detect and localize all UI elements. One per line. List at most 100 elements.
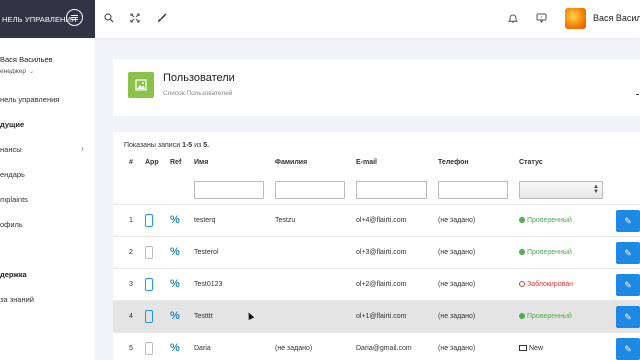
collapse-handle[interactable] xyxy=(636,94,639,95)
sidebar-item-knowledge-base[interactable]: за знаний xyxy=(0,295,34,304)
verified-dot-icon xyxy=(519,217,525,223)
bell-icon[interactable] xyxy=(506,11,520,25)
table-row[interactable]: 4 % Testttt ol+1@flairti.com (не задано)… xyxy=(113,300,640,332)
row-number: 2 xyxy=(129,249,133,256)
status-badge: Проверенный xyxy=(519,313,572,320)
edit-button[interactable]: ✎ xyxy=(616,242,640,264)
fullscreen-icon[interactable] xyxy=(128,11,142,25)
edit-button[interactable]: ✎ xyxy=(616,338,640,360)
pencil-icon: ✎ xyxy=(624,247,632,258)
records-summary: Показаны записи 1-5 из 5. xyxy=(124,142,210,149)
column-header-app[interactable]: App xyxy=(145,159,159,166)
menu-toggle-button[interactable] xyxy=(66,9,83,26)
filter-email-input[interactable] xyxy=(356,181,427,199)
brush-icon[interactable] xyxy=(155,11,169,25)
sidebar-user-role: енеджер xyxy=(0,68,27,75)
mobile-app-icon xyxy=(145,310,153,323)
email: Daria@gmail.com xyxy=(356,345,412,352)
column-header-status[interactable]: Статус xyxy=(519,159,543,166)
page-subtitle: Список Пользователей xyxy=(163,90,233,97)
avatar[interactable] xyxy=(565,8,586,29)
pencil-icon: ✎ xyxy=(624,343,632,354)
email: ol+4@flairti.com xyxy=(356,217,407,224)
sidebar: НЕЛЬ УПРАВЛЕНИЯ Вася Васильев енеджер ⌄ н… xyxy=(0,0,95,360)
chat-icon[interactable] xyxy=(534,11,548,25)
sidebar-item-complaints[interactable]: mplaints xyxy=(0,195,28,204)
sidebar-user[interactable]: Вася Васильев енеджер ⌄ xyxy=(0,55,53,75)
phone: (не задано) xyxy=(438,217,476,224)
percent-icon[interactable]: % xyxy=(170,246,180,258)
column-header-ref[interactable]: Ref xyxy=(170,159,181,166)
sidebar-item-finance[interactable]: нансы xyxy=(0,145,22,154)
column-header-phone[interactable]: Телефон xyxy=(438,159,469,166)
row-number: 5 xyxy=(129,345,133,352)
verified-dot-icon xyxy=(519,313,525,319)
table-row[interactable]: 1 % testerq Testzu ol+4@flairti.com (не … xyxy=(113,204,640,236)
sidebar-item-profile[interactable]: офиль xyxy=(0,220,23,229)
topbar-user-name[interactable]: Вася Васильев xyxy=(593,13,640,23)
email: ol+1@flairti.com xyxy=(356,313,407,320)
ban-icon xyxy=(519,281,525,287)
phone: (не задано) xyxy=(438,313,476,320)
last-name: (не задано) xyxy=(275,345,313,352)
status-badge: Проверенный xyxy=(519,217,572,224)
table-row[interactable]: 5 % Daria (не задано) Daria@gmail.com (н… xyxy=(113,332,640,360)
verified-dot-icon xyxy=(519,249,525,255)
last-name: Testzu xyxy=(275,217,296,224)
search-icon[interactable] xyxy=(102,11,116,25)
mobile-app-icon xyxy=(145,278,153,291)
column-header-first-name[interactable]: Имя xyxy=(194,159,208,166)
sidebar-section-leading: дущие xyxy=(0,120,25,129)
row-number: 4 xyxy=(129,313,133,320)
first-name: Testttt xyxy=(194,313,213,320)
topbar: Вася Васильев xyxy=(95,0,640,38)
email: ol+3@flairti.com xyxy=(356,249,407,256)
status-badge: Проверенный xyxy=(519,249,572,256)
chevron-down-icon[interactable]: ⌄ xyxy=(29,69,34,75)
column-header-number[interactable]: # xyxy=(129,159,133,166)
filter-phone-input[interactable] xyxy=(438,181,508,199)
first-name: testerq xyxy=(194,217,216,224)
percent-icon[interactable]: % xyxy=(170,310,180,322)
status-badge: New xyxy=(519,345,543,352)
filter-first-name-input[interactable] xyxy=(194,181,264,199)
column-header-email[interactable]: E-mail xyxy=(356,159,377,166)
users-table-card: Показаны записи 1-5 из 5. # App Ref Имя … xyxy=(113,132,640,360)
image-icon xyxy=(128,72,154,98)
percent-icon[interactable]: % xyxy=(170,278,180,290)
first-name: Test0123 xyxy=(194,281,223,288)
pencil-icon: ✎ xyxy=(624,279,632,290)
hamburger-icon xyxy=(71,17,78,18)
sidebar-user-name: Вася Васильев xyxy=(0,55,53,64)
mobile-app-icon xyxy=(145,214,153,227)
sidebar-item-calendar[interactable]: ендарь xyxy=(0,170,25,179)
email: ol+2@flairti.com xyxy=(356,281,407,288)
sidebar-item-dashboard[interactable]: нель управления xyxy=(0,95,59,104)
first-name: Testerol xyxy=(194,249,219,256)
column-header-last-name[interactable]: Фамилия xyxy=(275,159,307,166)
edit-button[interactable]: ✎ xyxy=(616,306,640,328)
chevron-right-icon[interactable]: › xyxy=(81,144,84,153)
phone: (не задано) xyxy=(438,281,476,288)
row-number: 1 xyxy=(129,217,133,224)
row-number: 3 xyxy=(129,281,133,288)
percent-icon[interactable]: % xyxy=(170,214,180,226)
edit-button[interactable]: ✎ xyxy=(616,210,640,232)
percent-icon[interactable]: % xyxy=(170,342,180,354)
envelope-icon xyxy=(519,345,527,351)
pencil-icon: ✎ xyxy=(624,311,632,322)
filter-last-name-input[interactable] xyxy=(275,181,345,199)
phone: (не задано) xyxy=(438,249,476,256)
status-badge: Заблокирован xyxy=(519,281,573,288)
mobile-app-icon xyxy=(145,246,153,259)
filter-status-select[interactable]: ▲ ▼ xyxy=(519,181,603,199)
phone: (не задано) xyxy=(438,345,476,352)
edit-button[interactable]: ✎ xyxy=(616,274,640,296)
first-name: Daria xyxy=(194,345,211,352)
sidebar-section-support: держка xyxy=(0,270,27,279)
table-row[interactable]: 2 % Testerol ol+3@flairti.com (не задано… xyxy=(113,236,640,268)
page-header-card: Пользователи Список Пользователей xyxy=(113,59,640,116)
mobile-app-icon xyxy=(145,342,153,355)
table-row[interactable]: 3 % Test0123 ol+2@flairti.com (не задано… xyxy=(113,268,640,300)
page-title: Пользователи xyxy=(163,72,235,84)
